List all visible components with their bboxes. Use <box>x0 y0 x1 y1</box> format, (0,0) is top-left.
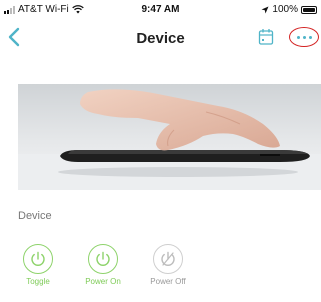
toggle-button[interactable]: Toggle <box>14 244 62 286</box>
status-right: 100% <box>261 4 317 15</box>
power-off-icon <box>153 244 183 274</box>
power-icon <box>23 244 53 274</box>
power-off-label: Power Off <box>150 277 186 286</box>
power-on-label: Power On <box>85 277 121 286</box>
power-icon <box>88 244 118 274</box>
status-bar: AT&T Wi-Fi 9:47 AM 100% <box>0 0 321 20</box>
more-options-button[interactable] <box>289 27 319 47</box>
location-arrow-icon <box>261 6 269 13</box>
toggle-label: Toggle <box>26 277 50 286</box>
section-label: Device <box>18 210 52 222</box>
battery-percent: 100% <box>272 4 298 15</box>
battery-icon <box>301 5 317 14</box>
power-on-button[interactable]: Power On <box>79 244 127 286</box>
nav-bar: Device <box>0 22 321 54</box>
device-actions: Toggle Power On Power Off <box>14 244 214 300</box>
power-off-button[interactable]: Power Off <box>144 244 192 286</box>
calendar-icon[interactable] <box>258 28 274 46</box>
device-photo <box>18 84 321 190</box>
ellipsis-icon <box>296 35 300 39</box>
